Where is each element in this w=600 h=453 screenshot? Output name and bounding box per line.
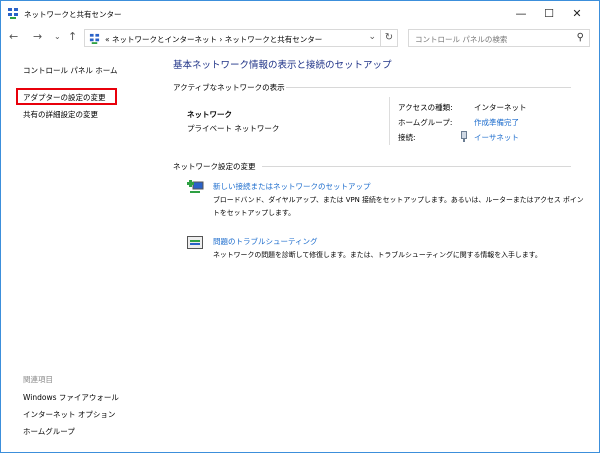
- ethernet-icon: [461, 131, 467, 142]
- window: ネットワークと共有センター — ☐ ✕ ← → ⌄ ↑ « ネットワークとインタ…: [0, 0, 600, 453]
- network-center-icon: [8, 8, 18, 19]
- access-type-value: インターネット: [474, 103, 527, 112]
- address-row: ← → ⌄ ↑ « ネットワークとインターネット › ネットワークと共有センター…: [1, 27, 599, 49]
- page-title: 基本ネットワーク情報の表示と接続のセットアップ: [173, 60, 392, 71]
- search-icon[interactable]: ⚲: [577, 32, 584, 43]
- setup-description: ブロードバンド、ダイヤルアップ、または VPN 接続をセットアップします。あるい…: [213, 196, 584, 204]
- active-networks-heading: アクティブなネットワークの表示: [173, 83, 285, 92]
- homegroup-link[interactable]: 作成準備完了: [474, 117, 519, 128]
- address-bar[interactable]: « ネットワークとインターネット › ネットワークと共有センター ⌄: [84, 29, 381, 47]
- access-type-label: アクセスの種類:: [398, 103, 453, 112]
- network-name: ネットワーク: [187, 110, 232, 119]
- connection-label: 接続:: [398, 133, 416, 142]
- up-button[interactable]: ↑: [68, 30, 77, 43]
- homegroup-label: ホームグループ:: [398, 118, 453, 127]
- breadcrumb[interactable]: « ネットワークとインターネット › ネットワークと共有センター: [105, 34, 322, 45]
- setup-new-connection-link[interactable]: 新しい接続またはネットワークのセットアップ: [213, 181, 371, 192]
- sidebar-item-internet-options[interactable]: インターネット オプション: [23, 409, 115, 420]
- sidebar-item-control-panel-home[interactable]: コントロール パネル ホーム: [23, 65, 118, 76]
- new-connection-icon: [187, 180, 204, 193]
- search-placeholder: コントロール パネルの検索: [415, 35, 508, 44]
- change-settings-heading: ネットワーク設定の変更: [173, 162, 256, 171]
- network-center-icon: [89, 33, 100, 44]
- sidebar-item-homegroup[interactable]: ホームグループ: [23, 426, 75, 437]
- highlight-box: [16, 88, 117, 105]
- window-title: ネットワークと共有センター: [24, 10, 122, 19]
- network-type: プライベート ネットワーク: [187, 124, 280, 133]
- refresh-button[interactable]: ↻: [381, 29, 398, 47]
- divider: [389, 97, 390, 145]
- setup-description-cont: トをセットアップします。: [213, 209, 295, 217]
- close-button[interactable]: ✕: [557, 3, 597, 25]
- ethernet-link[interactable]: イーサネット: [474, 132, 519, 143]
- troubleshoot-icon: [187, 236, 203, 249]
- troubleshoot-link[interactable]: 問題のトラブルシューティング: [213, 236, 318, 247]
- search-input[interactable]: コントロール パネルの検索 ⚲: [408, 29, 590, 47]
- title-bar: ネットワークと共有センター — ☐ ✕: [1, 1, 599, 27]
- sidebar-item-advanced-sharing[interactable]: 共有の詳細設定の変更: [23, 109, 98, 120]
- back-button[interactable]: ←: [9, 30, 18, 43]
- recent-locations-button[interactable]: ⌄: [54, 32, 61, 41]
- related-heading: 関連項目: [23, 375, 53, 384]
- troubleshoot-description: ネットワークの問題を診断して修復します。または、トラブルシューティングに関する情…: [213, 251, 542, 259]
- sidebar-item-firewall[interactable]: Windows ファイアウォール: [23, 392, 119, 403]
- forward-button[interactable]: →: [33, 30, 42, 43]
- divider: [262, 166, 571, 167]
- chevron-down-icon[interactable]: ⌄: [368, 32, 376, 42]
- divider: [286, 87, 571, 88]
